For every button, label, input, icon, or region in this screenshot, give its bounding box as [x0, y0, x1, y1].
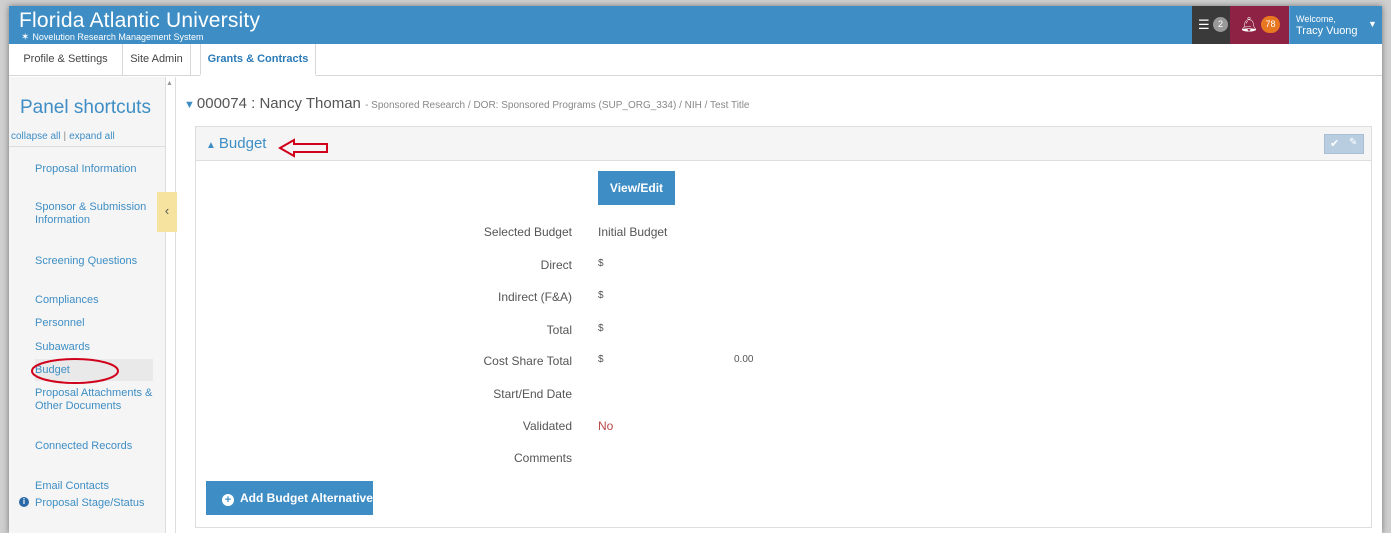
tab-bar: Profile & Settings Site Admin Grants & C… [9, 44, 1382, 76]
annotation-circle [31, 358, 119, 384]
add-budget-alternative-label: Add Budget Alternative [240, 491, 373, 505]
welcome-label: Welcome, [1296, 14, 1336, 24]
validated-value: No [598, 419, 614, 433]
panel-shortcuts-sidebar: Panel shortcuts collapse all | expand all … [9, 77, 166, 533]
record-title: 000074 : Nancy Thoman [196, 95, 361, 112]
view-edit-button[interactable]: View/Edit [598, 171, 675, 205]
sidebar-item-connected-records[interactable]: Connected Records [35, 440, 153, 453]
tasks-icon: ☰ [1198, 17, 1210, 32]
bell-icon: 🔔︎ [1240, 16, 1258, 32]
top-header: Florida Atlantic University ✶ Novelution … [9, 6, 1382, 44]
app-title[interactable]: Florida Atlantic University [19, 10, 260, 32]
direct-label: Direct [540, 258, 572, 272]
budget-panel: ▲ Budget ✔ ✎ View/Edit Selected Budget In… [195, 126, 1372, 528]
indirect-value: $ [598, 290, 604, 301]
user-name: Tracy Vuong [1296, 25, 1358, 37]
expand-all-link[interactable]: expand all [69, 131, 115, 142]
chevron-left-icon: ‹ [164, 203, 170, 218]
record-title-bar: ▼ 000074 : Nancy Thoman - Sponsored Resea… [184, 95, 749, 115]
app-subtitle: ✶ Novelution Research Management System [21, 32, 203, 43]
user-menu[interactable]: Welcome, Tracy Vuong ▼ [1289, 6, 1382, 44]
info-icon: i [19, 497, 29, 507]
tasks-button[interactable]: ☰ 2 [1192, 6, 1230, 44]
tab-profile-settings[interactable]: Profile & Settings [9, 44, 123, 76]
sidebar-item-personnel[interactable]: Personnel [35, 317, 153, 330]
collapse-expand-links: collapse all | expand all [9, 131, 166, 147]
tab-grants-contracts[interactable]: Grants & Contracts [200, 44, 316, 76]
budget-panel-header[interactable]: ▲ Budget ✔ ✎ [196, 127, 1371, 161]
star-logo-icon: ✶ [21, 32, 30, 43]
plus-circle-icon: + [222, 494, 234, 506]
sidebar-collapse-toggle[interactable]: ‹ [157, 192, 177, 232]
notifications-count-badge: 78 [1261, 16, 1280, 33]
chevron-down-icon[interactable]: ▼ [184, 99, 195, 111]
sidebar-scrollbar[interactable] [175, 77, 176, 533]
add-budget-alternative-button[interactable]: + Add Budget Alternative [206, 481, 373, 515]
sidebar-item-subawards[interactable]: Subawards [35, 341, 153, 354]
link-separator: | [63, 131, 67, 142]
total-value: $ [598, 323, 604, 334]
app-window: Florida Atlantic University ✶ Novelution … [9, 6, 1382, 533]
sidebar-item-compliances[interactable]: Compliances [35, 294, 153, 307]
check-icon[interactable]: ✔ [1330, 137, 1339, 150]
sidebar-item-screening-questions[interactable]: Screening Questions [35, 255, 153, 268]
sidebar-item-proposal-information[interactable]: Proposal Information [35, 163, 153, 176]
budget-panel-title-text: Budget [218, 135, 267, 152]
selected-budget-label: Selected Budget [483, 225, 572, 239]
annotation-arrow [278, 138, 328, 158]
total-label: Total [546, 323, 572, 337]
cost-share-total-amount: 0.00 [734, 354, 754, 365]
sidebar-item-proposal-stage-status[interactable]: Proposal Stage/Status [35, 497, 153, 510]
start-end-date-label: Start/End Date [493, 387, 572, 401]
comments-label: Comments [513, 451, 572, 465]
budget-panel-title[interactable]: ▲ Budget [206, 135, 266, 155]
direct-value: $ [598, 258, 604, 269]
tasks-count-badge: 2 [1213, 17, 1228, 32]
cost-share-total-value: $ [598, 354, 604, 365]
tab-site-admin[interactable]: Site Admin [123, 44, 191, 76]
indirect-label: Indirect (F&A) [497, 290, 572, 304]
validated-label: Validated [522, 419, 572, 433]
sidebar-item-sponsor-submission[interactable]: Sponsor & Submission Information [35, 201, 153, 227]
notifications-button[interactable]: 🔔︎ 78 [1230, 6, 1289, 44]
collapse-all-link[interactable]: collapse all [11, 131, 60, 142]
sidebar-item-proposal-attachments[interactable]: Proposal Attachments & Other Documents [35, 387, 153, 413]
caret-down-icon: ▼ [1368, 19, 1377, 29]
sidebar-item-email-contacts[interactable]: Email Contacts [35, 480, 153, 493]
cost-share-total-label: Cost Share Total [483, 354, 573, 368]
edit-icon[interactable]: ✎ [1349, 137, 1357, 148]
record-path: - Sponsored Research / DOR: Sponsored Pr… [365, 100, 750, 111]
app-subtitle-text: Novelution Research Management System [32, 32, 204, 42]
chevron-up-icon: ▲ [206, 140, 216, 151]
panel-shortcuts-title: Panel shortcuts [20, 97, 151, 118]
selected-budget-value: Initial Budget [598, 225, 668, 239]
scroll-up-arrow-icon[interactable]: ▲ [166, 80, 173, 87]
panel-actions[interactable]: ✔ ✎ [1324, 134, 1364, 154]
